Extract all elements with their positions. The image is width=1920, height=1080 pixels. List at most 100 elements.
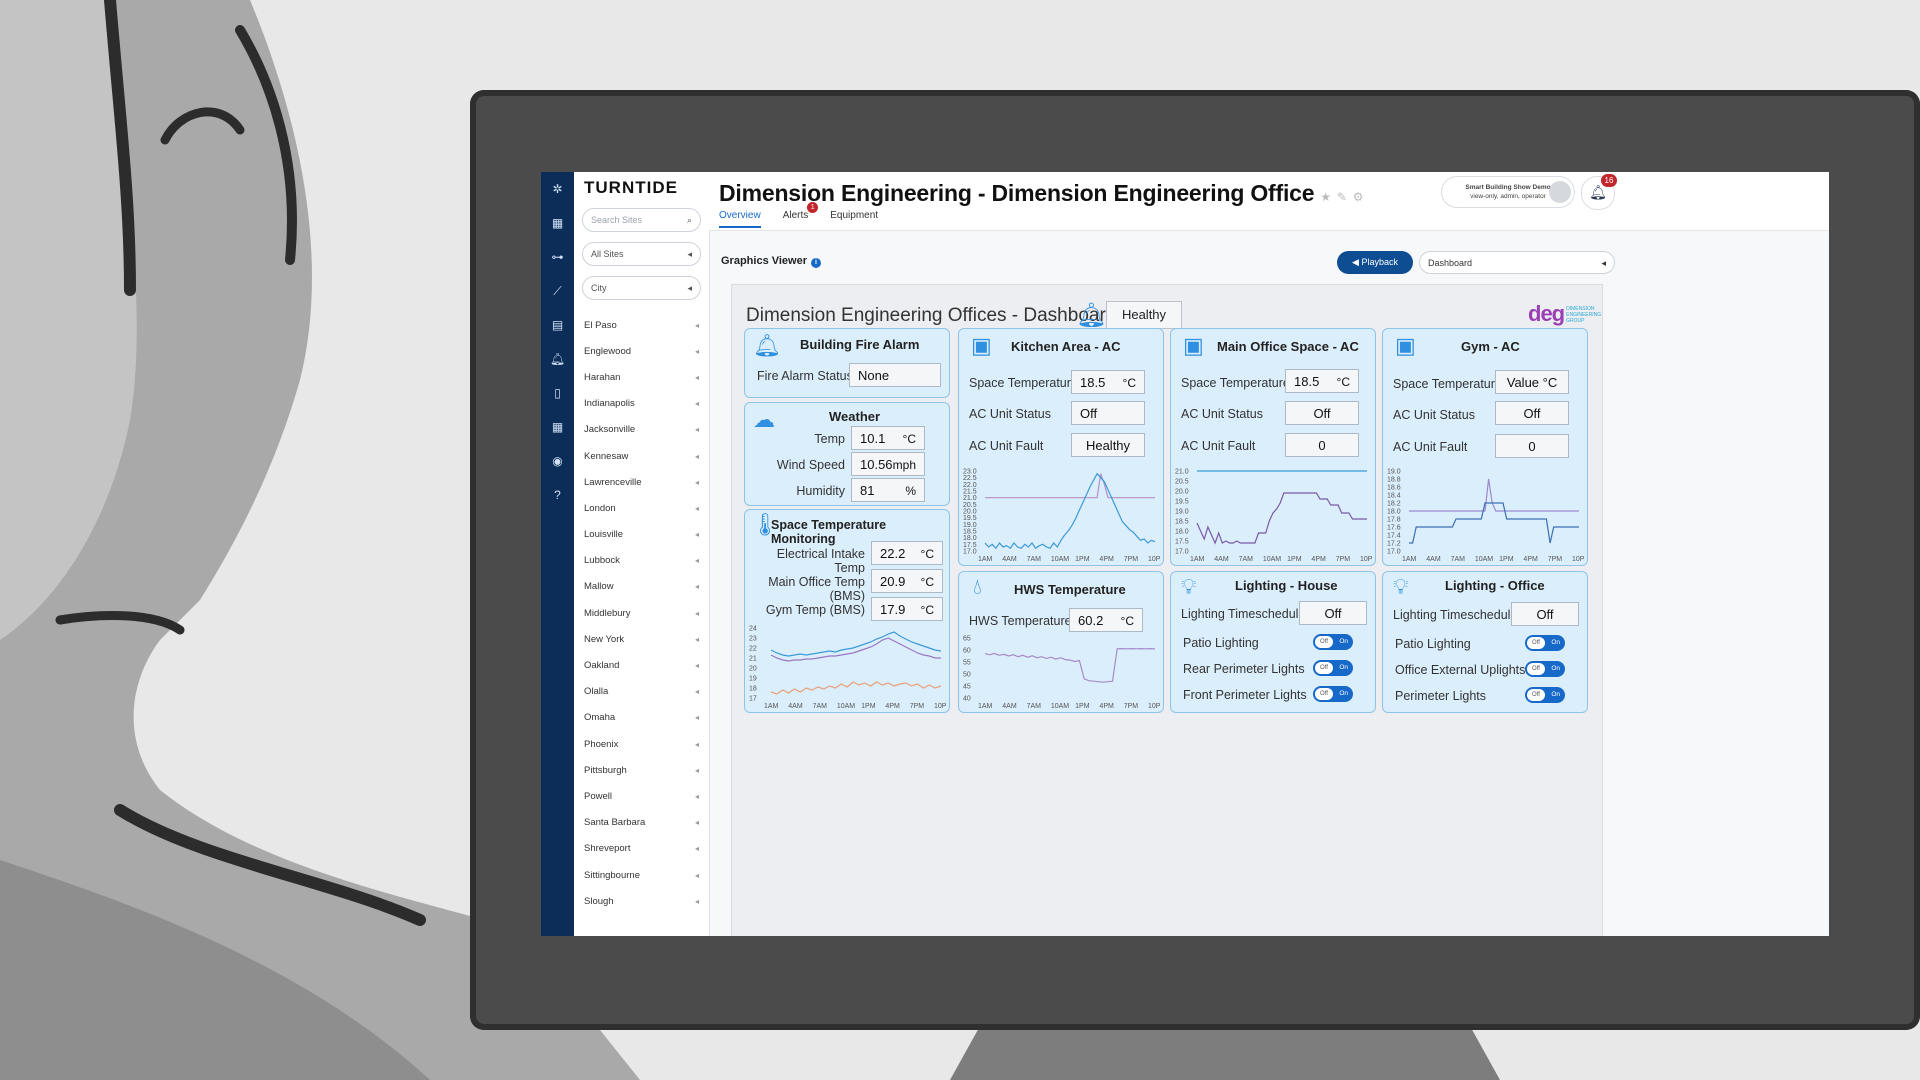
humidity-label: Humidity [796,484,845,498]
city-list-item[interactable]: Shreveport ◂ [574,836,709,862]
series-line [984,647,1156,683]
y-tick-label: 21 [749,656,757,663]
help-icon[interactable]: ? [541,478,574,512]
alerts-icon[interactable]: 🔔︎ [541,342,574,376]
y-tick-label: 19 [749,676,757,683]
gym-temp-unit: °C [920,603,934,617]
city-list-item[interactable]: Mallow ◂ [574,574,709,600]
user-icon[interactable]: ◉ [541,444,574,478]
office-uplights-toggle[interactable]: Off On [1525,661,1565,677]
city-list-item[interactable]: Sittingbourne ◂ [574,862,709,888]
wind-speed-number: 10.56 [860,457,893,472]
city-select[interactable]: City ◂ [582,276,701,300]
logo-icon: ✲ [552,182,563,196]
office-patio-toggle[interactable]: Off On [1525,635,1565,651]
city-list-item[interactable]: Indianapolis ◂ [574,391,709,417]
all-sites-label: All Sites [591,249,624,259]
x-tick-label: 1AM [1190,556,1205,563]
city-list-item[interactable]: Lawrenceville ◂ [574,469,709,495]
city-list-item[interactable]: Pittsburgh ◂ [574,757,709,783]
city-list-item[interactable]: Harahan ◂ [574,364,709,390]
main-office-temp-ac-value: 18.5 °C [1285,369,1359,393]
city-list-item[interactable]: Slough ◂ [574,888,709,914]
toggle-on-label: On [1551,639,1560,646]
city-list-item[interactable]: Lubbock ◂ [574,548,709,574]
city-list-item[interactable]: London ◂ [574,495,709,521]
x-tick-label: 10PM [1360,556,1373,563]
city-list-item[interactable]: Englewood ◂ [574,338,709,364]
front-perimeter-toggle[interactable]: Off On [1313,686,1353,702]
caret-left-icon: ◂ [694,451,699,461]
x-tick-label: 10PM [1148,556,1161,563]
y-tick-label: 18.0 [1387,509,1401,516]
city-list-item[interactable]: Kennesaw ◂ [574,443,709,469]
toggle-off-label: Off [1315,636,1333,648]
caret-left-icon: ◂ [694,503,699,513]
kitchen-status-value: Off [1071,401,1145,425]
city-list-item[interactable]: Middlebury ◂ [574,600,709,626]
lighting-office-title: Lighting - Office [1445,578,1545,593]
caret-left-icon: ◂ [694,739,699,749]
city-name: Louisville [584,529,624,541]
sites-icon[interactable]: ▦ [541,206,574,240]
city-list-item[interactable]: Phoenix ◂ [574,731,709,757]
city-list-item[interactable]: New York ◂ [574,626,709,652]
y-tick-label: 17.0 [1387,549,1401,556]
reports-icon[interactable]: ▤ [541,308,574,342]
dashboard-select[interactable]: Dashboard ◂ [1419,251,1615,274]
caret-left-icon: ◂ [1601,258,1606,268]
toggle-on-label: On [1339,690,1348,697]
all-sites-select[interactable]: All Sites ◂ [582,242,701,266]
toggle-off-label: Off [1315,688,1333,700]
kitchen-temp-number: 18.5 [1080,375,1106,390]
hierarchy-icon[interactable]: ⊶ [541,240,574,274]
city-list-item[interactable]: Olalla ◂ [574,679,709,705]
kitchen-temp-value: 18.5 °C [1071,370,1145,394]
y-tick-label: 20.0 [1175,489,1189,496]
caret-left-icon: ◂ [694,425,699,435]
avatar[interactable] [1549,181,1571,203]
settings-icon[interactable]: ⚙ [1353,190,1364,204]
city-list-item[interactable]: Santa Barbara ◂ [574,810,709,836]
patio-lighting-toggle[interactable]: Off On [1313,634,1353,650]
deg-logo-text: deg [1528,301,1565,326]
city-list-item[interactable]: Omaha ◂ [574,705,709,731]
city-list-item[interactable]: Oakland ◂ [574,652,709,678]
y-tick-label: 60 [963,648,971,655]
main-office-temp-unit: °C [920,575,934,589]
rear-perimeter-toggle[interactable]: Off On [1313,660,1353,676]
brand-logo: TURNTIDE [584,178,678,197]
dashboard-canvas: Dimension Engineering Offices - Dashboar… [731,284,1603,936]
city-list-item[interactable]: El Paso ◂ [574,312,709,338]
search-sites-input[interactable]: Search Sites ⌕ [582,208,701,232]
office-perimeter-toggle[interactable]: Off On [1525,687,1565,703]
y-tick-label: 18.0 [1175,529,1189,536]
playback-button[interactable]: ◀ Playback [1337,251,1413,274]
analytics-icon[interactable]: ⟋ [541,274,574,308]
caret-left-icon: ◂ [694,556,699,566]
calendar-icon[interactable]: ▦ [541,410,574,444]
main-office-temp-label: Main Office Temp (BMS) [768,575,865,603]
graphics-viewer-text: Graphics Viewer [721,255,808,267]
caret-left-icon: ◂ [694,372,699,382]
series-line [770,681,942,695]
city-list-item[interactable]: Powell ◂ [574,783,709,809]
star-icon[interactable]: ★ [1320,190,1331,204]
gym-fault-value: 0 [1495,434,1569,458]
info-icon[interactable]: i [811,258,822,268]
tab-overview[interactable]: Overview [719,210,761,228]
lighting-office-panel: 💡︎ Lighting - Office Lighting Timeschedu… [1382,571,1588,713]
tab-equipment[interactable]: Equipment [830,210,878,228]
x-tick-label: 7AM [1027,703,1042,710]
city-list-item[interactable]: Louisville ◂ [574,522,709,548]
city-list-item[interactable]: Jacksonville ◂ [574,417,709,443]
edit-icon[interactable]: ✎ [1337,190,1347,204]
humidity-unit: % [905,484,916,498]
tab-alerts[interactable]: Alerts 1 [783,202,819,228]
bulb-icon: 💡︎ [1181,574,1197,599]
caret-left-icon: ◂ [694,791,699,801]
gym-temp-value: 17.9 °C [871,597,943,621]
x-tick-label: 7AM [813,703,828,710]
clipboard-icon[interactable]: ▯ [541,376,574,410]
gym-ac-panel: ▣ Gym - AC Space Temperature Value °C AC… [1382,328,1588,566]
